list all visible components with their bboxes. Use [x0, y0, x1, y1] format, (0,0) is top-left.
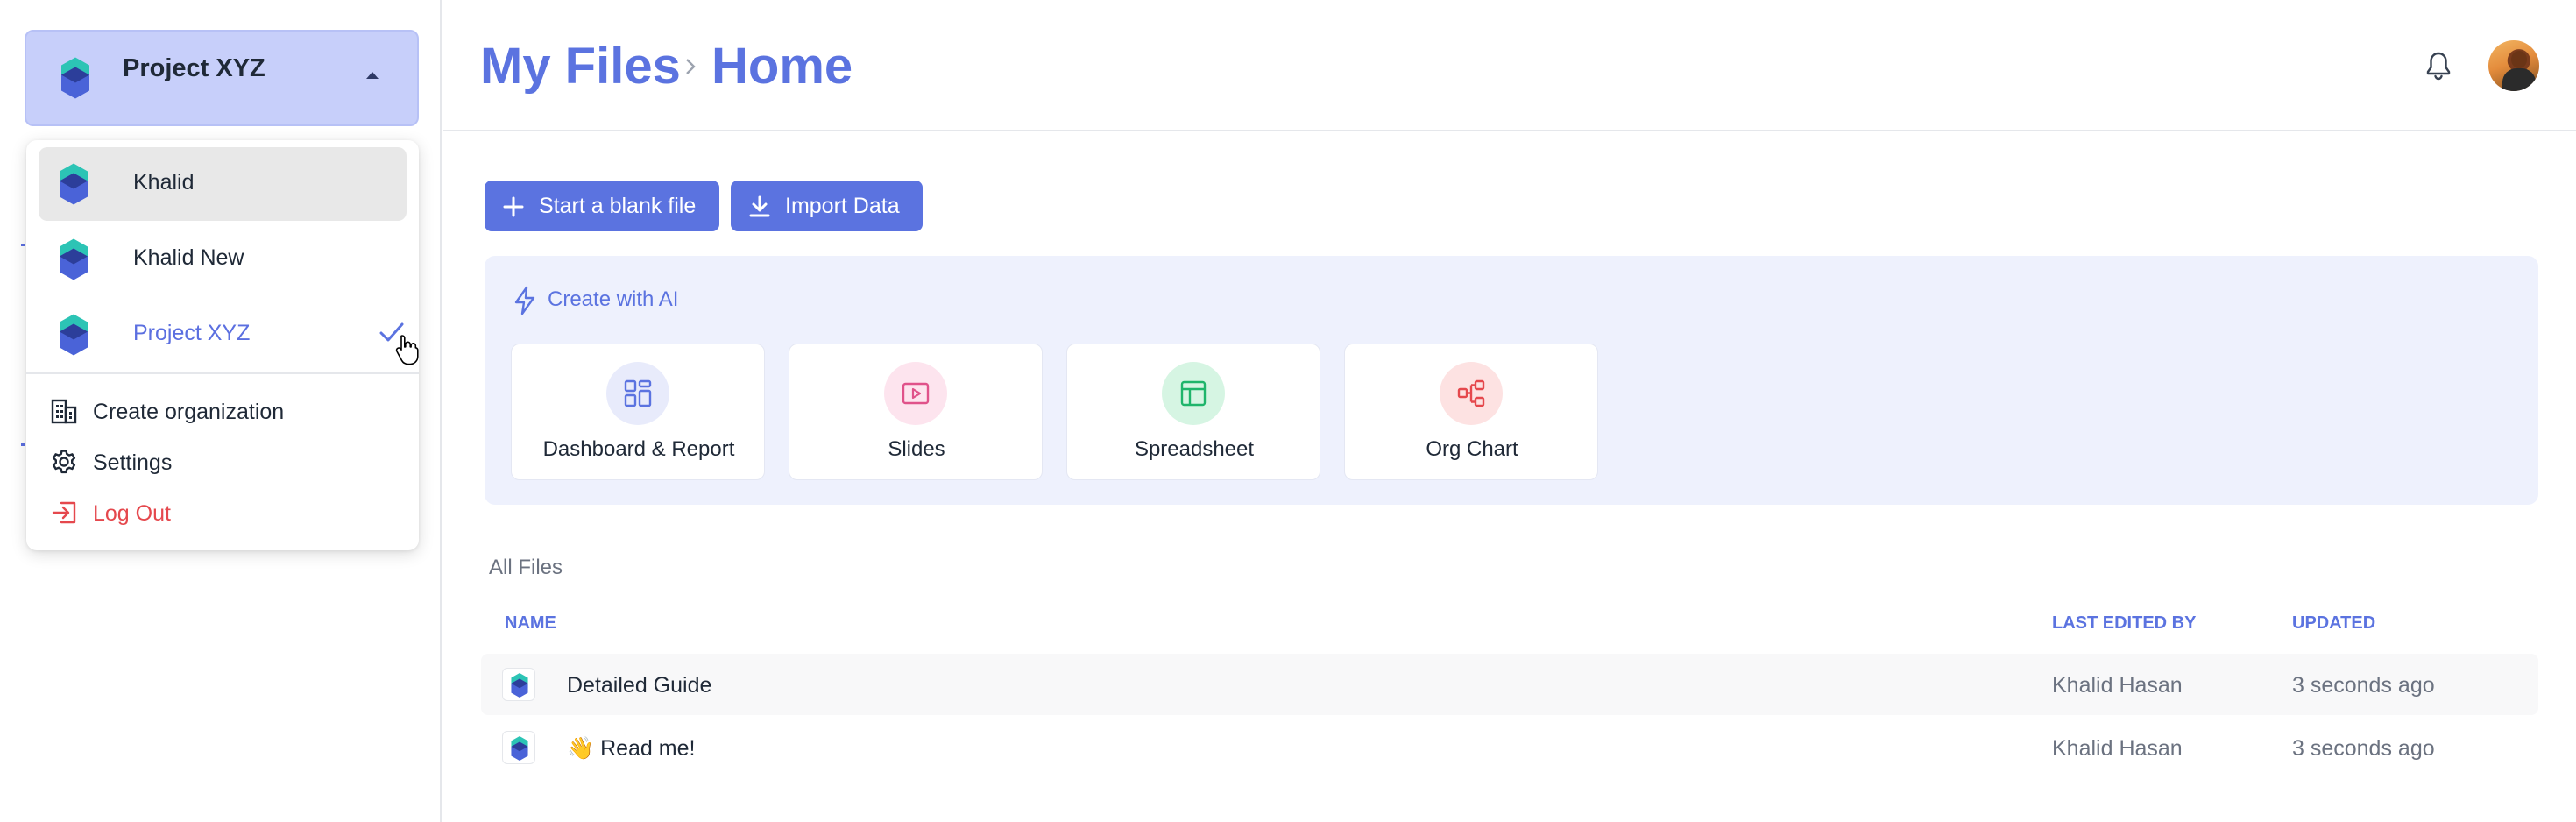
logout-icon: [52, 501, 76, 524]
start-blank-file-label: Start a blank file: [539, 194, 697, 218]
org-item-khalid-new[interactable]: Khalid New: [39, 223, 407, 296]
log-out-label: Log Out: [93, 501, 171, 526]
org-chart-icon-circle: [1440, 362, 1503, 425]
file-updated: 3 seconds ago: [2292, 673, 2435, 698]
org-logo-icon: [61, 57, 89, 99]
avatar-head: [2511, 51, 2527, 68]
top-header: My Files Home: [443, 0, 2576, 131]
dashboard-icon: [624, 379, 652, 407]
org-logo-icon: [60, 238, 88, 280]
table-row[interactable]: Detailed Guide Khalid Hasan 3 seconds ag…: [481, 654, 2538, 715]
download-icon: [749, 195, 770, 217]
file-icon: [502, 668, 535, 701]
breadcrumb-home: Home: [711, 38, 853, 95]
file-name: 👋 Read me!: [567, 736, 696, 761]
org-logo-icon: [60, 314, 88, 356]
org-item-khalid[interactable]: Khalid: [39, 147, 407, 221]
column-header-updated[interactable]: UPDATED: [2292, 613, 2375, 634]
user-avatar[interactable]: [2488, 40, 2539, 91]
ai-card-org-chart[interactable]: Org Chart: [1344, 344, 1598, 480]
org-item-label: Project XYZ: [133, 321, 251, 345]
slides-icon-circle: [884, 362, 947, 425]
column-header-name[interactable]: NAME: [505, 613, 556, 634]
import-data-button[interactable]: Import Data: [731, 181, 923, 231]
create-organization-label: Create organization: [93, 400, 285, 424]
breadcrumb-my-files[interactable]: My Files: [480, 37, 681, 96]
org-item-project-xyz[interactable]: Project XYZ: [39, 298, 407, 372]
ai-card-label: Spreadsheet: [1134, 437, 1255, 461]
org-chart-icon: [1457, 379, 1485, 407]
ai-card-slides[interactable]: Slides: [789, 344, 1043, 480]
create-with-ai-label: Create with AI: [548, 287, 679, 311]
spreadsheet-icon: [1180, 380, 1207, 407]
start-blank-file-button[interactable]: Start a blank file: [485, 181, 719, 231]
plus-icon: [503, 196, 524, 217]
sidebar-marker: [21, 244, 25, 246]
spreadsheet-icon-circle: [1162, 362, 1225, 425]
ai-card-label: Slides: [888, 437, 945, 461]
file-last-edited-by: Khalid Hasan: [2052, 736, 2183, 761]
ai-card-label: Dashboard & Report: [542, 437, 735, 461]
org-logo-icon: [60, 163, 88, 205]
all-files-heading: All Files: [489, 556, 563, 579]
create-with-ai-heading: Create with AI: [513, 286, 678, 320]
file-last-edited-by: Khalid Hasan: [2052, 673, 2183, 698]
file-name: Detailed Guide: [567, 673, 712, 698]
gear-icon: [52, 450, 76, 474]
sidebar: Project XYZ Khalid Khalid New Project XY…: [0, 0, 442, 822]
dashboard-icon-circle: [606, 362, 669, 425]
bell-icon[interactable]: [2425, 51, 2452, 81]
chevron-up-icon: [366, 72, 379, 79]
hand-cursor-icon: [395, 335, 419, 365]
org-switcher-button[interactable]: Project XYZ: [25, 30, 419, 126]
ai-card-spreadsheet[interactable]: Spreadsheet: [1066, 344, 1320, 480]
org-item-label: Khalid: [133, 170, 195, 195]
table-row[interactable]: 👋 Read me! Khalid Hasan 3 seconds ago: [481, 717, 2538, 778]
settings-item[interactable]: Settings: [51, 443, 401, 482]
column-header-last-edited-by[interactable]: LAST EDITED BY: [2052, 613, 2196, 634]
current-org-name: Project XYZ: [123, 54, 265, 82]
menu-divider: [26, 372, 419, 374]
lightning-icon: [514, 286, 535, 315]
org-dropdown-menu: Khalid Khalid New Project XYZ Create org…: [26, 140, 419, 550]
create-organization-item[interactable]: Create organization: [51, 393, 401, 431]
ai-card-label: Org Chart: [1426, 437, 1518, 461]
ai-card-dashboard-report[interactable]: Dashboard & Report: [511, 344, 765, 480]
avatar-body: [2502, 68, 2536, 91]
settings-label: Settings: [93, 450, 173, 475]
sidebar-marker: [21, 443, 25, 446]
import-data-label: Import Data: [785, 194, 900, 218]
building-icon: [51, 399, 77, 424]
file-updated: 3 seconds ago: [2292, 736, 2435, 761]
create-with-ai-panel: Create with AI Dashboard & Report Slides…: [485, 256, 2538, 505]
log-out-item[interactable]: Log Out: [51, 494, 401, 533]
file-icon: [502, 731, 535, 764]
org-item-label: Khalid New: [133, 245, 244, 270]
slides-icon: [902, 382, 930, 405]
chevron-right-icon: [686, 59, 696, 74]
